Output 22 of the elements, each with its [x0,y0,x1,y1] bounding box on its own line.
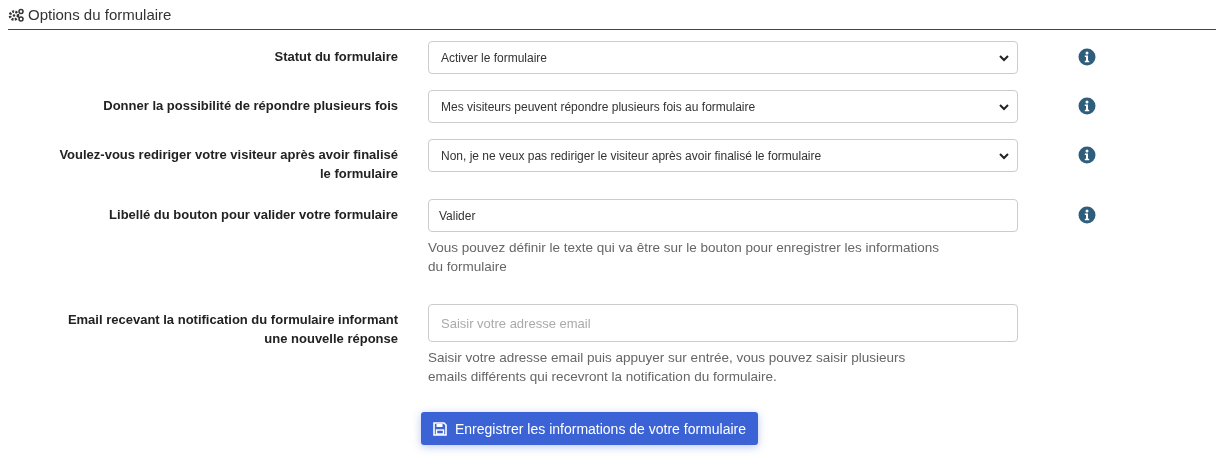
field-label: Libellé du bouton pour valider votre formulaire [108,206,398,224]
select-field[interactable]: Activer le formulaire [428,41,1018,74]
save-button[interactable]: Enregistrer les informations de votre formulaire [421,412,758,445]
caret-icon [999,102,1009,111]
gears-icon [8,7,24,22]
field-label: Voulez-vous rediriger votre visiteur après avoir finalisé le formulaire [58,146,398,183]
section-title: Options du formulaire [28,6,172,23]
select-field[interactable]: Non, je ne veux pas rediriger le visiteur après avoir finalisé le formulaire [428,139,1018,172]
info-icon[interactable] [1078,146,1096,164]
caret-icon [999,151,1009,160]
info-icon[interactable] [1078,206,1096,224]
caret-icon [999,53,1009,62]
help-text: Vous pouvez définir le texte qui va être sur le bouton pour enregistrer les informations du formulaire [428,239,941,276]
field-label: Email recevant la notification du formulaire informant une nouvelle réponse [66,311,398,348]
field-label: Donner la possibilité de répondre plusieurs fois [102,97,398,115]
help-text: Saisir votre adresse email puis appuyer sur entrée, vous pouvez saisir plusieurs emails différents qui recevront la notification du formulaire. [428,349,907,386]
info-icon[interactable] [1078,97,1096,115]
info-icon[interactable] [1078,48,1096,66]
save-icon [433,421,447,436]
select-field[interactable]: Mes visiteurs peuvent répondre plusieurs fois au formulaire [428,90,1018,123]
field-label: Statut du formulaire [273,48,398,66]
input-field[interactable]: Valider [428,199,1018,232]
